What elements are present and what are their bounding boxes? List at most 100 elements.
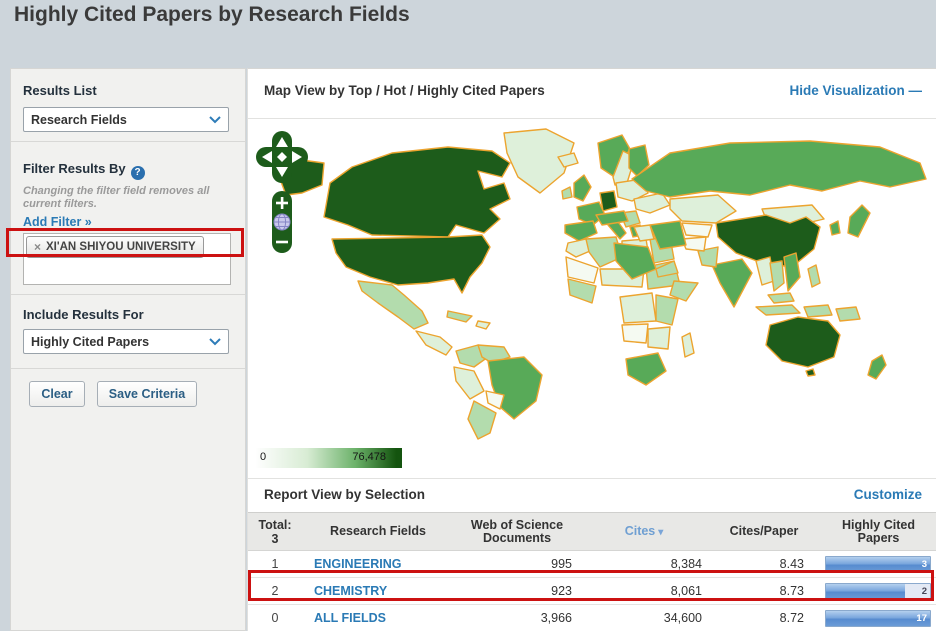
map-region-hispaniola[interactable] (475, 320, 491, 330)
map-region-central-asia[interactable] (681, 222, 713, 238)
map-region-malaysia[interactable] (767, 292, 795, 304)
legend-max-value: 76,478 (352, 451, 386, 463)
save-criteria-button[interactable]: Save Criteria (97, 381, 197, 407)
hcp-bar: 2 (825, 582, 931, 600)
map-region-ireland[interactable] (561, 186, 573, 200)
map-zoom-control[interactable] (272, 191, 292, 253)
world-map (250, 121, 934, 445)
page: Highly Cited Papers by Research Fields R… (0, 0, 936, 631)
hcp-bar: 3 (825, 555, 931, 573)
row-cites: 8,384 (670, 557, 702, 571)
field-link-chemistry[interactable]: CHEMISTRY (314, 584, 387, 598)
hcp-bar-value: 17 (916, 612, 927, 624)
map-region-argentina[interactable] (467, 400, 497, 440)
row-docs: 3,966 (540, 611, 572, 625)
map-region-peru[interactable] (453, 366, 485, 400)
map-region-tasmania[interactable] (805, 368, 816, 377)
map-region-drc[interactable] (619, 292, 657, 324)
map-region-australia[interactable] (765, 316, 841, 368)
row-cites-per-paper: 8.72 (779, 611, 804, 625)
minus-icon: — (908, 83, 923, 98)
map-region-east-africa[interactable] (655, 294, 679, 326)
map-view-heading: Map View by Top / Hot / Highly Cited Pap… (264, 83, 545, 98)
page-title: Highly Cited Papers by Research Fields (14, 3, 410, 26)
add-filter-link[interactable]: Add Filter » (23, 215, 92, 229)
row-rank: 1 (271, 557, 279, 571)
sidebar-divider (11, 368, 245, 369)
include-results-selected-value: Highly Cited Papers (31, 334, 150, 349)
table-header-row: Total: 3 Research Fields Web of Science … (248, 512, 936, 551)
report-table: Total: 3 Research Fields Web of Science … (248, 512, 936, 631)
map-region-japan[interactable] (847, 204, 871, 238)
map-region-zambia[interactable] (647, 326, 671, 350)
table-row-engineering: 1 ENGINEERING 995 8,384 8.43 3 (248, 551, 936, 578)
sidebar-divider (11, 141, 245, 142)
map-region-iraq[interactable] (633, 224, 655, 242)
table-row-all-fields: 0 ALL FIELDS 3,966 34,600 8.72 17 (248, 605, 936, 631)
map-region-uk[interactable] (573, 174, 592, 202)
row-cites-per-paper: 8.73 (779, 584, 804, 598)
active-filters-box: × XI'AN SHIYOU UNIVERSITY (23, 233, 231, 285)
include-results-heading: Include Results For (23, 307, 144, 322)
panel-divider (248, 118, 936, 119)
map-region-south-korea[interactable] (829, 220, 841, 236)
column-header-highly-cited-papers[interactable]: Highly Cited Papers (839, 518, 919, 545)
map-region-angola[interactable] (621, 323, 649, 344)
map-region-canada[interactable] (323, 146, 511, 238)
map-region-kazakhstan[interactable] (669, 194, 737, 224)
row-docs: 995 (551, 557, 572, 571)
row-cites-per-paper: 8.43 (779, 557, 804, 571)
include-results-dropdown[interactable]: Highly Cited Papers (23, 329, 229, 354)
map-region-indonesia-west[interactable] (755, 304, 801, 316)
map-region-vietnam[interactable] (783, 252, 801, 292)
column-header-cites[interactable]: Cites ▾ (580, 524, 708, 539)
customize-link[interactable]: Customize (854, 487, 922, 502)
zoom-out-icon[interactable] (276, 240, 288, 244)
map-region-indonesia-east[interactable] (803, 304, 833, 318)
hcp-bar: 17 (825, 609, 931, 627)
map-region-india[interactable] (711, 258, 753, 308)
column-header-wos-documents[interactable]: Web of Science Documents (469, 518, 565, 545)
map-region-germany[interactable] (599, 190, 618, 212)
hide-visualization-link[interactable]: Hide Visualization — (789, 83, 922, 98)
panel-divider (248, 478, 936, 479)
results-list-selected-value: Research Fields (31, 112, 127, 127)
globe-icon (273, 213, 291, 231)
map-region-brazil[interactable] (487, 356, 543, 420)
column-header-research-fields[interactable]: Research Fields (302, 525, 454, 538)
filter-tag[interactable]: × XI'AN SHIYOU UNIVERSITY (26, 236, 204, 258)
map-region-usa[interactable] (331, 234, 491, 294)
map-region-central-america[interactable] (415, 330, 453, 356)
filter-note: Changing the filter field removes all cu… (23, 185, 210, 210)
map-region-madagascar[interactable] (681, 332, 695, 358)
map-region-papua-new-guinea[interactable] (835, 306, 861, 322)
map-region-cuba[interactable] (446, 310, 473, 323)
table-row-chemistry: 2 CHEMISTRY 923 8,061 8.73 2 (248, 578, 936, 605)
map-region-thailand[interactable] (769, 260, 785, 292)
hcp-bar-value: 2 (921, 585, 927, 597)
chevron-down-icon (209, 111, 221, 129)
sidebar: Results List Research Fields Filter Resu… (10, 68, 246, 631)
hcp-bar-value: 3 (921, 558, 927, 570)
sidebar-divider (11, 294, 245, 295)
field-link-all-fields[interactable]: ALL FIELDS (314, 611, 386, 625)
help-icon[interactable]: ? (130, 166, 145, 180)
row-docs: 923 (551, 584, 572, 598)
map-region-new-zealand[interactable] (867, 354, 887, 380)
map-region-bolivia[interactable] (485, 390, 505, 410)
map-region-south-africa[interactable] (625, 352, 667, 386)
clear-button[interactable]: Clear (29, 381, 85, 407)
map-region-mexico[interactable] (357, 280, 429, 330)
map-region-russia[interactable] (631, 140, 927, 198)
results-list-dropdown[interactable]: Research Fields (23, 107, 229, 132)
row-rank: 0 (271, 611, 279, 625)
column-header-cites-per-paper[interactable]: Cites/Paper (708, 525, 820, 538)
map-region-philippines[interactable] (807, 264, 821, 288)
row-cites: 34,600 (663, 611, 702, 625)
row-cites: 8,061 (670, 584, 702, 598)
column-header-total: Total: 3 (258, 517, 292, 546)
map-legend: 0 76,478 (256, 448, 402, 468)
legend-min-value: 0 (260, 451, 267, 463)
remove-filter-icon[interactable]: × (34, 240, 41, 254)
field-link-engineering[interactable]: ENGINEERING (314, 557, 402, 571)
